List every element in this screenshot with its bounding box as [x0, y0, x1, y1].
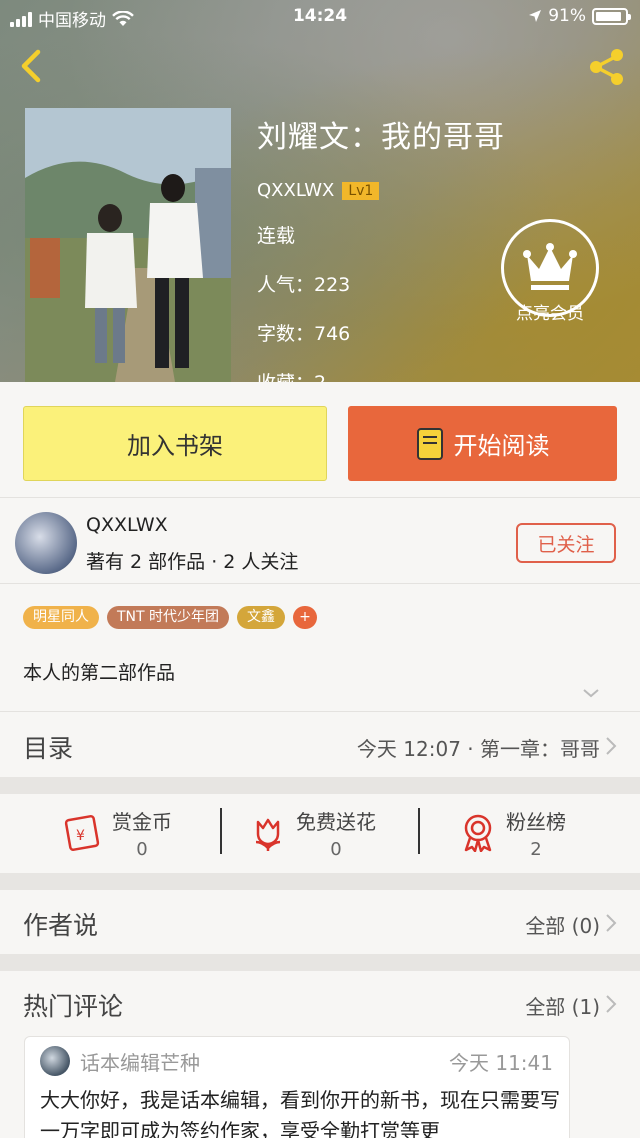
author-says-row[interactable]: 作者说 全部 (0) [0, 890, 640, 954]
add-to-shelf-button[interactable]: 加入书架 [23, 406, 327, 481]
reward-label: 赏金币 [112, 810, 172, 834]
comment-card[interactable]: 话本编辑芒种 今天 11:41 大大你好，我是话本编辑，看到你开的新书，现在只需… [24, 1036, 570, 1138]
action-bar: 加入书架 开始阅读 [0, 382, 640, 497]
avatar[interactable] [40, 1046, 70, 1076]
hot-comments-count: 全部 (1) [525, 995, 600, 1019]
catalog-label: 目录 [23, 734, 74, 763]
chevron-left-icon [21, 49, 41, 83]
tag-list: 明星同人 TNT 时代少年团 文鑫 + [23, 606, 318, 629]
book-header: 中国移动 14:24 91% 刘耀文：我的哥哥 QXXLWX Lv1 连载 人气… [0, 0, 640, 382]
rewards-bar: ¥ 赏金币 0 免费送花 0 粉丝榜 2 [0, 794, 640, 872]
catalog-row[interactable]: 目录 今天 12:07 · 第一章：哥哥 [0, 711, 640, 777]
author-name[interactable]: QXXLWX [86, 514, 168, 536]
coin-reward-button[interactable]: ¥ 赏金币 0 [62, 806, 172, 860]
add-tag-button[interactable]: + [293, 606, 318, 629]
tag[interactable]: 文鑫 [237, 606, 286, 629]
latest-chapter: 今天 12:07 · 第一章：哥哥 [356, 737, 600, 761]
tag[interactable]: TNT 时代少年团 [107, 606, 230, 629]
red-envelope-icon: ¥ [64, 815, 100, 851]
tag[interactable]: 明星同人 [23, 606, 99, 629]
share-icon [590, 49, 623, 85]
battery-percent: 91% [548, 6, 586, 26]
crown-icon [523, 243, 577, 290]
author-says-label: 作者说 [23, 911, 99, 940]
author-stats: 著有 2 部作品 · 2 人关注 [86, 551, 299, 573]
follow-button[interactable]: 已关注 [516, 523, 616, 563]
divider [418, 808, 420, 854]
reward-label: 粉丝榜 [506, 810, 566, 834]
reward-count: 2 [530, 839, 542, 860]
chevron-right-icon [606, 995, 617, 1013]
comment-time: 今天 11:41 [449, 1051, 553, 1075]
popularity: 人气：223 [257, 274, 351, 296]
comment-user[interactable]: 话本编辑芒种 [80, 1047, 200, 1076]
send-flower-button[interactable]: 免费送花 0 [250, 806, 376, 860]
share-button[interactable] [584, 44, 630, 90]
status-bar: 中国移动 14:24 91% [0, 0, 640, 34]
chevron-right-icon [606, 737, 617, 755]
word-count: 字数：746 [257, 323, 351, 345]
reward-count: 0 [330, 839, 342, 860]
book-description: 本人的第二部作品 [23, 662, 176, 684]
medal-icon [464, 814, 492, 852]
fan-ranking-button[interactable]: 粉丝榜 2 [460, 806, 566, 860]
flower-icon [255, 818, 281, 851]
start-reading-label: 开始阅读 [453, 432, 550, 460]
book-title: 刘耀文：我的哥哥 [257, 120, 505, 155]
serial-status: 连载 [257, 225, 296, 247]
vip-button[interactable]: 点亮会员 [500, 219, 600, 344]
favorites-count: 收藏：2 [257, 368, 505, 382]
divider [0, 873, 640, 890]
author-card: QXXLWX 著有 2 部作品 · 2 人关注 已关注 [0, 497, 640, 583]
location-arrow-icon [529, 10, 542, 22]
book-author[interactable]: QXXLWX [257, 180, 334, 201]
vip-label: 点亮会员 [516, 304, 584, 324]
expand-chevron-icon[interactable] [582, 688, 600, 698]
chevron-right-icon [606, 914, 617, 932]
hot-comments-row[interactable]: 热门评论 全部 (1) [0, 971, 640, 1035]
avatar[interactable] [15, 512, 77, 574]
divider [0, 954, 640, 971]
tags-description: 明星同人 TNT 时代少年团 文鑫 + 本人的第二部作品 [0, 583, 640, 711]
back-button[interactable] [12, 44, 52, 88]
divider [220, 808, 222, 854]
divider [0, 777, 640, 794]
book-icon [416, 427, 443, 460]
battery-icon [592, 7, 631, 25]
reward-count: 0 [136, 839, 148, 860]
svg-text:¥: ¥ [76, 828, 85, 844]
start-reading-button[interactable]: 开始阅读 [348, 406, 617, 481]
level-badge: Lv1 [342, 181, 380, 200]
hot-comments-label: 热门评论 [23, 992, 124, 1021]
book-cover [25, 108, 231, 382]
reward-label: 免费送花 [296, 810, 376, 834]
author-says-count: 全部 (0) [525, 914, 600, 938]
comment-text: 大大你好，我是话本编辑，看到你开的新书，现在只需要写一万字即可成为签约作家，享受… [40, 1088, 560, 1138]
